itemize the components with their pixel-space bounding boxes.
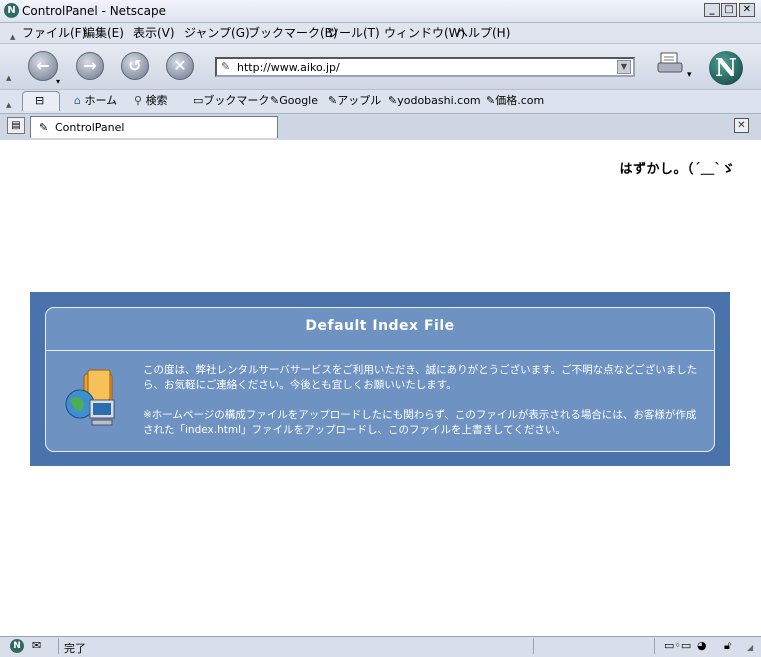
info-paragraph-2: ※ホームページの構成ファイルをアップロードしたにも関わらず、このファイルが表示さ…	[143, 409, 697, 436]
netscape-app-icon: N	[4, 3, 19, 18]
netscape-logo[interactable]: N	[709, 51, 743, 85]
menu-view[interactable]: 表示(V)	[133, 25, 175, 41]
menu-edit[interactable]: 編集(E)	[83, 25, 124, 41]
bookmark-link-icon: ✎	[486, 94, 496, 107]
print-button[interactable]	[657, 51, 687, 75]
corner-text: はずかし。（´＿`ゞ	[619, 162, 735, 177]
print-dropdown-icon[interactable]: ▾	[687, 70, 692, 80]
reload-icon: ↺	[128, 56, 142, 75]
bookmark-label: Google	[279, 94, 319, 107]
sidebar-icon: ⊟	[35, 94, 45, 107]
menu-file[interactable]: ファイル(F)	[22, 25, 86, 41]
menu-window[interactable]: ウィンドウ(W)	[384, 25, 465, 41]
bookmarks-folder[interactable]: ▭ブックマーク	[193, 94, 269, 108]
home-icon: ⌂	[74, 94, 81, 107]
tab-controlpanel[interactable]: ✎ ControlPanel	[30, 116, 278, 138]
url-bar[interactable]: ✎ ▼	[215, 57, 635, 77]
toolbar-grip-icon: ▲	[6, 74, 12, 82]
online-status-icon[interactable]: ▭◦▭	[664, 639, 691, 652]
resize-grip-icon[interactable]: ◢	[747, 643, 753, 652]
new-tab-button[interactable]: ▤	[7, 117, 25, 134]
menu-bookmarks[interactable]: ブックマーク(B)	[248, 25, 338, 41]
search-label: 検索	[145, 94, 168, 107]
new-tab-icon: ▤	[11, 120, 21, 131]
url-input[interactable]	[237, 60, 607, 74]
home-label: ホーム	[84, 94, 118, 107]
close-icon: ✕	[737, 120, 746, 131]
search-link[interactable]: ⚲ 検索	[134, 94, 168, 108]
status-divider	[58, 638, 59, 654]
info-box-title: Default Index File	[305, 318, 455, 334]
forward-arrow-icon: →	[83, 56, 97, 75]
bookmark-link-kakaku[interactable]: ✎価格.com	[486, 94, 544, 108]
menu-go[interactable]: ジャンプ(G)	[184, 25, 250, 41]
back-arrow-icon: ←	[36, 56, 50, 75]
menu-bar: ▲ ファイル(F) 編集(E) 表示(V) ジャンプ(G) ブックマーク(B) …	[0, 23, 761, 43]
menu-help[interactable]: ヘルプ(H)	[456, 25, 510, 41]
info-box-divider	[46, 350, 714, 351]
maximize-button[interactable]: □	[721, 3, 737, 17]
bookmark-label: yodobashi.com	[397, 94, 481, 107]
cookie-icon[interactable]: ◕	[697, 639, 707, 652]
page-link-icon: ✎	[221, 60, 231, 73]
security-lock-icon: 🔓︎	[724, 639, 732, 652]
bookmark-label: アップル	[337, 94, 382, 107]
navigator-icon[interactable]: N	[10, 639, 24, 653]
close-button[interactable]: ✕	[739, 3, 755, 17]
menu-tools[interactable]: ツール(T)	[327, 25, 380, 41]
info-paragraph-1: この度は、弊社レンタルサーバサービスをご利用いただき、誠にありがとうございます。…	[143, 364, 698, 391]
tab-label: ControlPanel	[55, 121, 125, 134]
bookmark-link-icon: ✎	[328, 94, 338, 107]
bookmarks-label: ブックマーク	[203, 94, 270, 107]
status-divider	[654, 638, 655, 654]
status-bar	[0, 636, 761, 657]
window-title: ControlPanel - Netscape	[22, 4, 166, 18]
back-history-dropdown-icon[interactable]: ▾	[56, 77, 60, 86]
search-icon: ⚲	[134, 94, 143, 107]
status-divider	[533, 638, 534, 654]
reload-button[interactable]: ↺	[121, 52, 149, 80]
close-tab-button[interactable]: ✕	[734, 118, 749, 133]
bookmark-label: 価格.com	[495, 94, 545, 107]
stop-button[interactable]: ✕	[166, 52, 194, 80]
stop-icon: ✕	[173, 56, 187, 75]
sidebar-toggle-button[interactable]: ⊟	[22, 91, 60, 111]
forward-button[interactable]: →	[76, 52, 104, 80]
server-computer-icon	[62, 366, 124, 436]
tab-link-icon: ✎	[39, 121, 49, 134]
toolbar-grip-icon: ▲	[6, 101, 12, 109]
folder-icon: ▭	[193, 94, 204, 107]
home-link[interactable]: ⌂ ホーム	[74, 94, 117, 108]
mail-icon[interactable]: ✉	[32, 639, 41, 652]
back-button[interactable]: ←	[28, 51, 58, 81]
bookmark-link-icon: ✎	[270, 94, 280, 107]
printer-icon	[657, 52, 683, 73]
bookmark-link-apple[interactable]: ✎アップル	[328, 94, 381, 108]
bookmark-link-icon: ✎	[388, 94, 398, 107]
title-bar: N ControlPanel - Netscape _ □ ✕	[0, 0, 761, 23]
status-text: 完了	[64, 642, 86, 655]
url-dropdown-icon[interactable]: ▼	[617, 60, 631, 74]
bookmark-link-yodobashi[interactable]: ✎yodobashi.com	[388, 94, 481, 108]
bookmark-link-google[interactable]: ✎Google	[270, 94, 318, 108]
minimize-button[interactable]: _	[704, 3, 720, 17]
